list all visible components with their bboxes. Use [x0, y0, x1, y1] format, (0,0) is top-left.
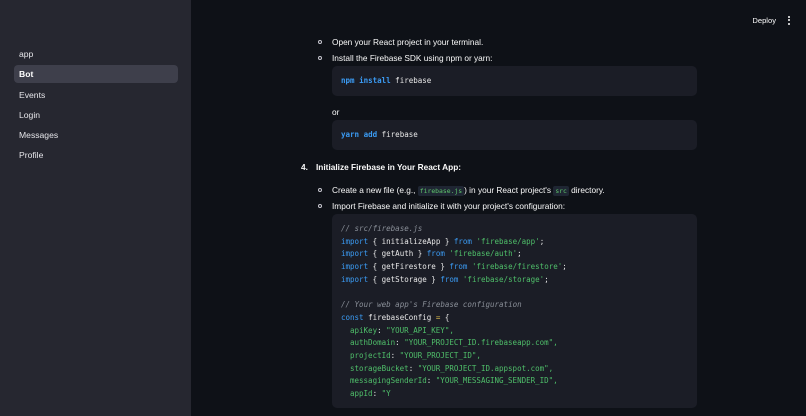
sidebar-item-messages[interactable]: Messages [14, 126, 178, 144]
yarn-code-block: yarn add firebase [332, 120, 697, 150]
code-config-line: apiKey: "YOUR_API_KEY", [350, 325, 454, 335]
code-config-line: messagingSenderId: "YOUR_MESSAGING_SENDE… [350, 376, 558, 386]
code-config-line: projectId: "YOUR_PROJECT_ID", [350, 351, 481, 360]
yarn-action: add [363, 130, 378, 139]
code-config-line: appId: "Y [350, 389, 391, 399]
sidebar-item-login[interactable]: Login [14, 106, 178, 124]
code-config-line: authDomain: "YOUR_PROJECT_ID.firebaseapp… [350, 338, 558, 348]
instruction-import-firebase: Import Firebase and initialize it with y… [332, 201, 566, 211]
or-separator: or [332, 107, 340, 117]
bullet-icon [318, 188, 322, 192]
create-file-text-pre: Create a new file (e.g., [332, 185, 418, 195]
code-config-line: storageBucket: "YOUR_PROJECT_ID.appspot.… [350, 363, 554, 373]
main-content: Open your React project in your terminal… [191, 0, 806, 416]
code-comment-config: // Your web app's Firebase configuration [341, 300, 522, 310]
step-title: Initialize Firebase in Your React App: [316, 162, 462, 172]
npm-command: npm install firebase [341, 76, 431, 85]
instruction-open-project: Open your React project in your terminal… [332, 37, 484, 47]
npm-action: install [359, 76, 391, 85]
inline-code-filename: firebase.js [417, 186, 465, 196]
create-file-text-mid: ) in your React project's [464, 185, 554, 195]
bullet-icon [318, 40, 322, 44]
code-import-line: import { getAuth } from 'firebase/auth'; [341, 249, 522, 259]
code-const-line: const firebaseConfig = { [341, 312, 450, 322]
sidebar-item-profile[interactable]: Profile [14, 146, 178, 164]
yarn-tool: yarn [341, 130, 360, 139]
sidebar-item-app[interactable]: app [14, 45, 178, 63]
sidebar-nav: app Bot Events Login Messages Profile [14, 45, 178, 167]
code-import-line: import { getStorage } from 'firebase/sto… [341, 274, 549, 284]
npm-tool: npm [341, 76, 355, 85]
bullet-icon [318, 56, 322, 60]
instruction-create-file: Create a new file (e.g., firebase.js) in… [332, 185, 605, 196]
sidebar-item-events[interactable]: Events [14, 86, 178, 104]
code-import-line: import { initializeApp } from 'firebase/… [341, 236, 545, 246]
npm-package: firebase [390, 76, 432, 85]
sidebar-item-bot[interactable]: Bot [14, 65, 178, 84]
inline-code-dir: src [553, 186, 569, 196]
yarn-command: yarn add firebase [341, 130, 418, 139]
code-comment-path: // src/firebase.js [341, 224, 423, 233]
instruction-install-sdk: Install the Firebase SDK using npm or ya… [332, 53, 493, 63]
step-number: 4. [301, 162, 308, 172]
yarn-package: firebase [377, 130, 418, 139]
sidebar: app Bot Events Login Messages Profile [0, 0, 191, 416]
create-file-text-post: directory. [568, 185, 605, 195]
npm-code-block: npm install firebase [332, 66, 697, 96]
bullet-icon [318, 204, 322, 208]
code-import-line: import { getFirestore } from 'firebase/f… [341, 262, 567, 272]
firebase-code-block: // src/firebase.js import { initializeAp… [332, 214, 697, 408]
